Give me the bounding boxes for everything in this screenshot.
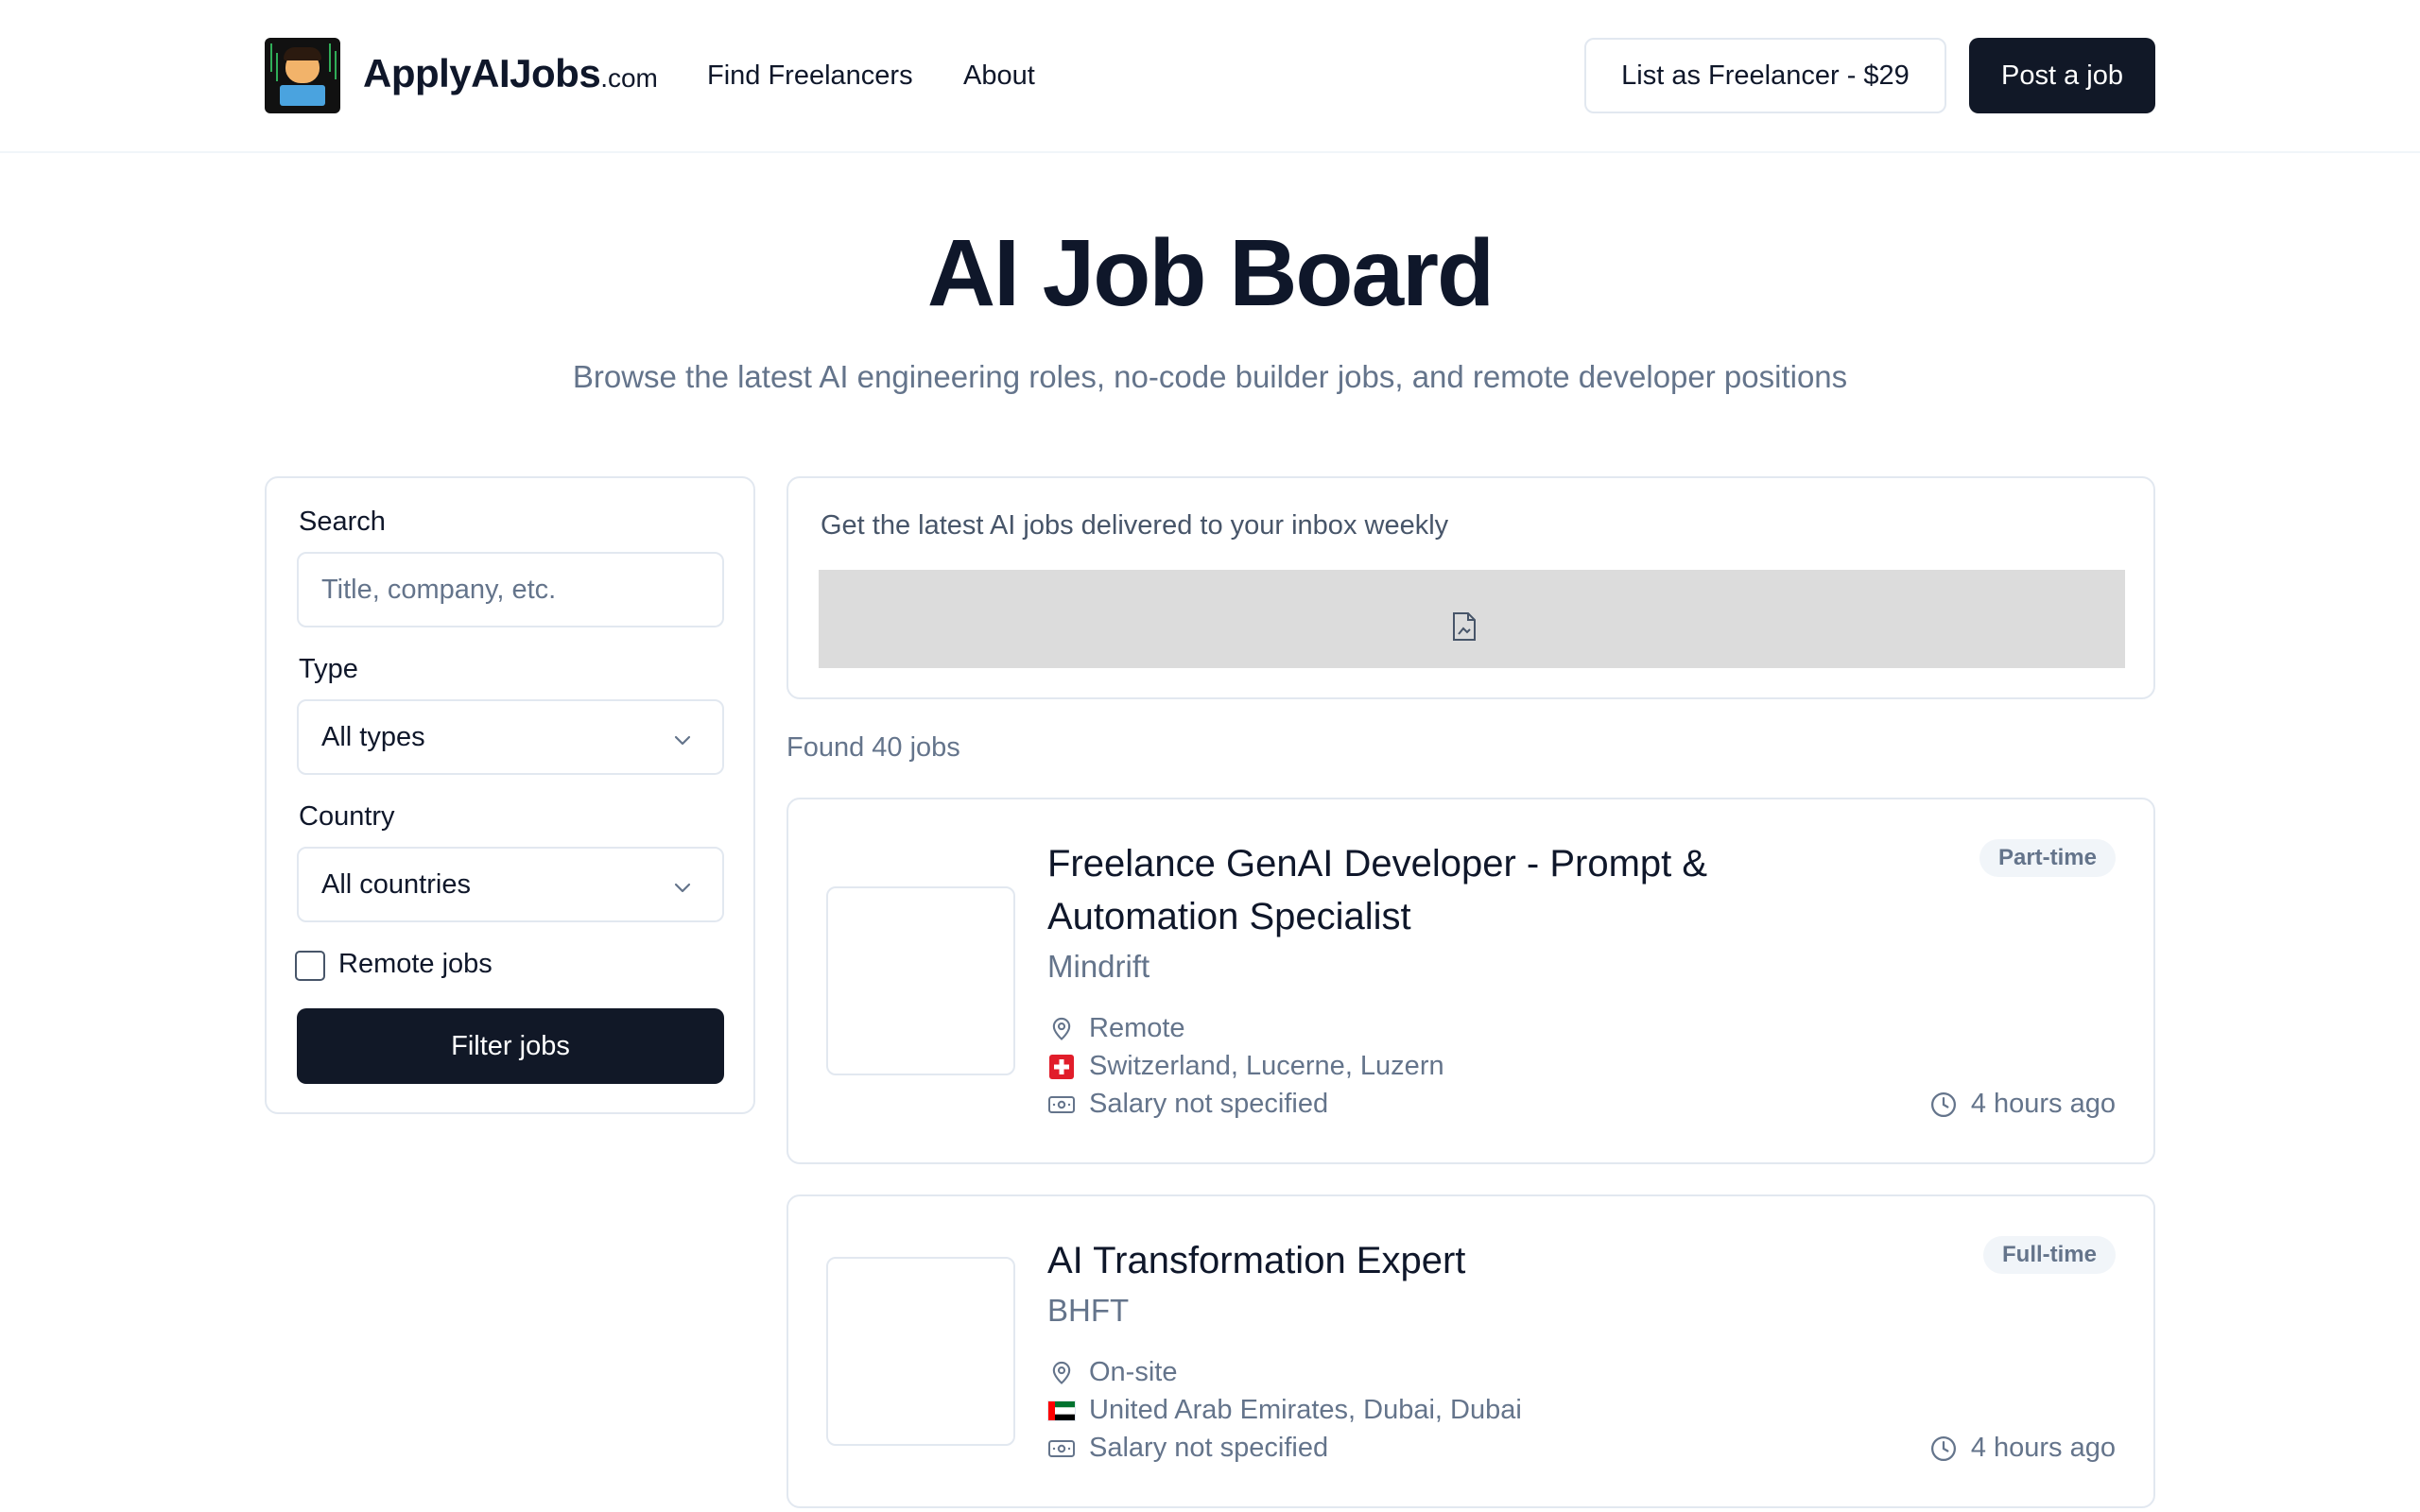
job-posted-time: 4 hours ago	[1929, 1089, 2116, 1120]
post-job-button[interactable]: Post a job	[1969, 38, 2155, 113]
map-pin-icon	[1047, 1015, 1076, 1043]
remote-jobs-checkbox[interactable]	[295, 951, 325, 981]
nav-find-freelancers[interactable]: Find Freelancers	[707, 60, 913, 92]
remote-jobs-label[interactable]: Remote jobs	[338, 949, 493, 980]
job-salary: Salary not specified	[1047, 1433, 1328, 1464]
job-title[interactable]: AI Transformation Expert	[1047, 1234, 1823, 1287]
chevron-down-icon	[671, 875, 694, 906]
clock-icon	[1929, 1435, 1958, 1463]
logo-icon[interactable]	[265, 38, 340, 113]
search-input[interactable]	[297, 552, 724, 627]
job-type-badge: Full-time	[1983, 1236, 2116, 1274]
newsletter-embed[interactable]	[819, 570, 2125, 668]
site-header: ApplyAIJobs.com Find Freelancers About L…	[0, 0, 2420, 153]
filter-jobs-button[interactable]: Filter jobs	[297, 1008, 724, 1084]
broken-document-icon	[1451, 611, 1478, 646]
job-card[interactable]: Freelance GenAI Developer - Prompt & Aut…	[786, 798, 2155, 1164]
banknote-icon	[1047, 1435, 1076, 1463]
company-logo	[826, 1257, 1015, 1446]
job-location: United Arab Emirates, Dubai, Dubai	[1047, 1395, 1522, 1426]
country-select-value: All countries	[321, 868, 471, 900]
country-select[interactable]: All countries	[297, 847, 724, 922]
chevron-down-icon	[671, 728, 694, 759]
type-select-value: All types	[321, 721, 425, 752]
switzerland-flag-icon	[1047, 1053, 1076, 1081]
page-title: AI Job Board	[926, 220, 1495, 326]
list-as-freelancer-button[interactable]: List as Freelancer - $29	[1584, 38, 1946, 113]
newsletter-card: Get the latest AI jobs delivered to your…	[786, 476, 2155, 699]
job-company: BHFT	[1047, 1293, 1130, 1328]
page-subtitle: Browse the latest AI engineering roles, …	[572, 359, 1848, 394]
job-work-mode: Remote	[1047, 1013, 1185, 1044]
brand-name[interactable]: ApplyAIJobs.com	[363, 51, 658, 96]
brand-tld: .com	[600, 63, 658, 93]
job-company: Mindrift	[1047, 949, 1150, 984]
type-select[interactable]: All types	[297, 699, 724, 775]
nav-about[interactable]: About	[963, 60, 1035, 92]
uae-flag-icon	[1047, 1397, 1076, 1425]
clock-icon	[1929, 1091, 1958, 1119]
type-label: Type	[299, 654, 358, 684]
company-logo	[826, 886, 1015, 1075]
job-work-mode: On-site	[1047, 1357, 1177, 1388]
banknote-icon	[1047, 1091, 1076, 1119]
job-type-badge: Part-time	[1979, 839, 2116, 877]
job-posted-time: 4 hours ago	[1929, 1433, 2116, 1464]
country-label: Country	[299, 801, 395, 832]
search-label: Search	[299, 507, 386, 537]
newsletter-text: Get the latest AI jobs delivered to your…	[821, 510, 1449, 541]
job-card[interactable]: AI Transformation Expert BHFT On-site Un…	[786, 1194, 2155, 1508]
job-salary: Salary not specified	[1047, 1089, 1328, 1120]
filter-panel: Search Type All types Country All countr…	[265, 476, 755, 1114]
job-title[interactable]: Freelance GenAI Developer - Prompt & Aut…	[1047, 837, 1823, 943]
results-count: Found 40 jobs	[786, 732, 960, 763]
job-location: Switzerland, Lucerne, Luzern	[1047, 1051, 1444, 1082]
map-pin-icon	[1047, 1359, 1076, 1387]
